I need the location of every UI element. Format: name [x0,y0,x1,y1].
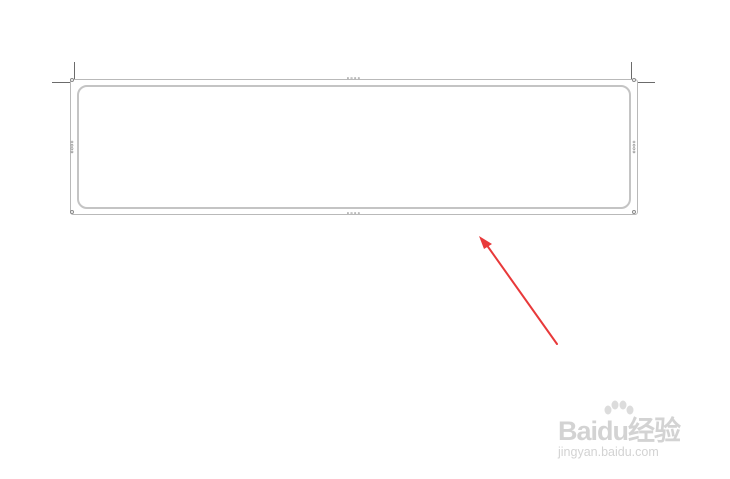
watermark-brand-text: Baidu经验 [558,416,681,446]
document-canvas: ∘∘∘∘ ∘∘∘∘ Baidu经验 jingyan.baidu.com [0,0,730,479]
arrow-head [479,236,492,249]
arrow-shaft [485,243,558,345]
baidu-jingyan-watermark: Baidu经验 jingyan.baidu.com [558,400,708,468]
watermark-url-text: jingyan.baidu.com [558,445,659,459]
